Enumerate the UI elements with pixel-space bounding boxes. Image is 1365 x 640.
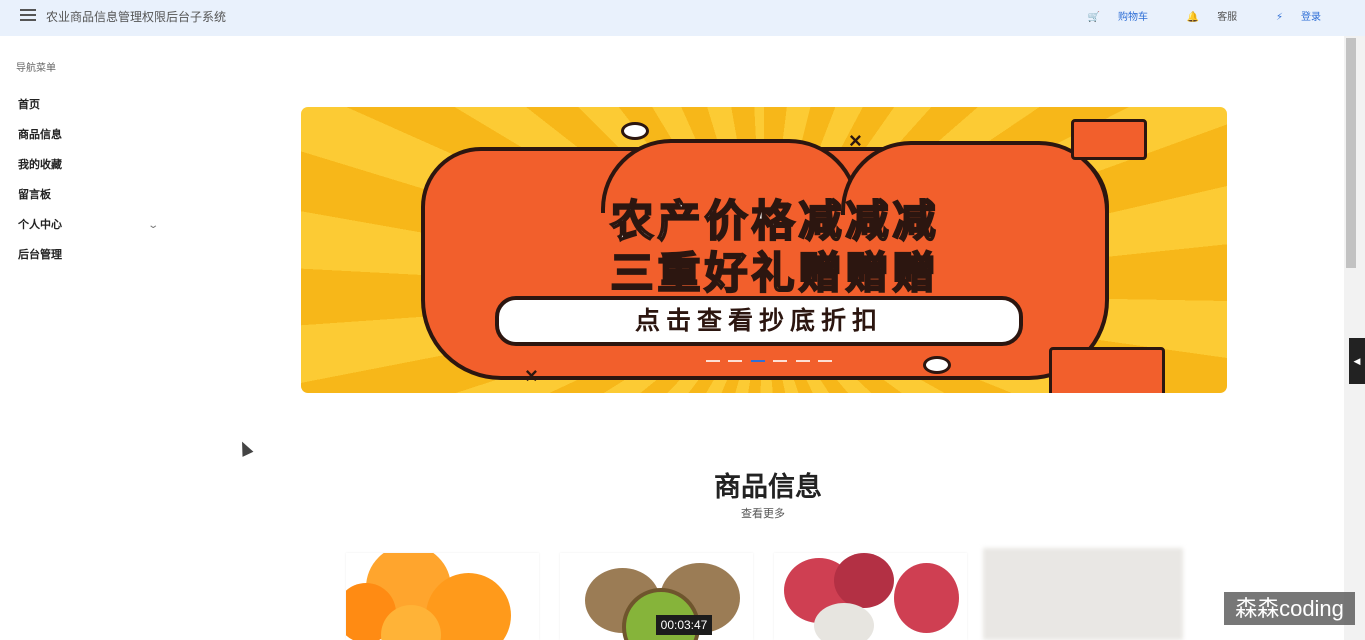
- banner-headline-2: 三重好礼赠赠赠: [610, 249, 940, 299]
- carousel-dot[interactable]: [795, 360, 810, 362]
- sidebar-item-home[interactable]: 首页: [18, 96, 40, 112]
- sidebar-item-personal-center[interactable]: 个人中心: [18, 216, 62, 232]
- carousel-dot-active[interactable]: [750, 360, 765, 362]
- section-title: 商品信息: [714, 472, 822, 502]
- watermark: 森森coding: [1224, 592, 1355, 625]
- collapse-panel-toggle-icon[interactable]: ◀: [1349, 338, 1365, 384]
- banner-cta-button[interactable]: 点击查看抄底折扣: [495, 296, 1023, 346]
- product-card-lychee[interactable]: [774, 553, 967, 640]
- sidebar-item-favorites[interactable]: 我的收藏: [18, 156, 62, 172]
- login-link[interactable]: ⚡ 登录: [1258, 12, 1321, 23]
- cart-link[interactable]: 🛒 购物车: [1070, 12, 1148, 23]
- cross-decoration-icon: ×: [525, 363, 538, 388]
- customer-service-link[interactable]: 🔔 客服: [1169, 12, 1237, 23]
- cross-decoration-icon: ×: [849, 128, 862, 153]
- lightning-icon: ⚡: [1275, 12, 1283, 23]
- view-more-link[interactable]: 查看更多: [741, 505, 785, 521]
- carousel-dot[interactable]: [728, 360, 743, 362]
- hamburger-menu-icon[interactable]: [20, 9, 36, 21]
- carousel-dot[interactable]: [818, 360, 833, 362]
- video-timestamp: 00:03:47: [656, 615, 712, 635]
- promo-banner-carousel[interactable]: × × 农产价格减减减 三重好礼赠赠赠 点击查看抄底折扣: [301, 107, 1227, 393]
- carousel-dot[interactable]: [706, 360, 720, 362]
- sidebar-item-message-board[interactable]: 留言板: [18, 186, 51, 202]
- header-actions: 🛒 购物车 🔔 客服 ⚡ 登录: [1052, 8, 1322, 23]
- carousel-dot[interactable]: [773, 360, 788, 362]
- sidebar-item-product-info[interactable]: 商品信息: [18, 126, 62, 142]
- product-card-orange[interactable]: [346, 553, 539, 640]
- mouse-cursor-icon: [236, 439, 254, 457]
- scrollbar-thumb[interactable]: [1346, 38, 1356, 268]
- top-header: 农业商品信息管理权限后台子系统 🛒 购物车 🔔 客服 ⚡ 登录: [0, 0, 1365, 36]
- cart-icon: 🛒: [1087, 12, 1100, 23]
- app-title: 农业商品信息管理权限后台子系统: [46, 10, 227, 24]
- gift-box-icon: [1071, 119, 1147, 160]
- sidebar-item-admin[interactable]: 后台管理: [18, 246, 62, 262]
- chevron-down-icon[interactable]: ⌄: [147, 220, 159, 231]
- carousel-indicators: [706, 349, 836, 367]
- gift-box-icon: [1049, 347, 1165, 393]
- ring-decoration: [923, 356, 951, 374]
- ring-decoration: [621, 122, 649, 140]
- sidebar-navigation: 导航菜单 首页 商品信息 我的收藏 留言板 个人中心 ⌄ 后台管理: [0, 36, 180, 640]
- sidebar-title: 导航菜单: [16, 63, 56, 74]
- bell-icon: 🔔: [1186, 12, 1200, 23]
- blurred-product-image: [983, 548, 1183, 640]
